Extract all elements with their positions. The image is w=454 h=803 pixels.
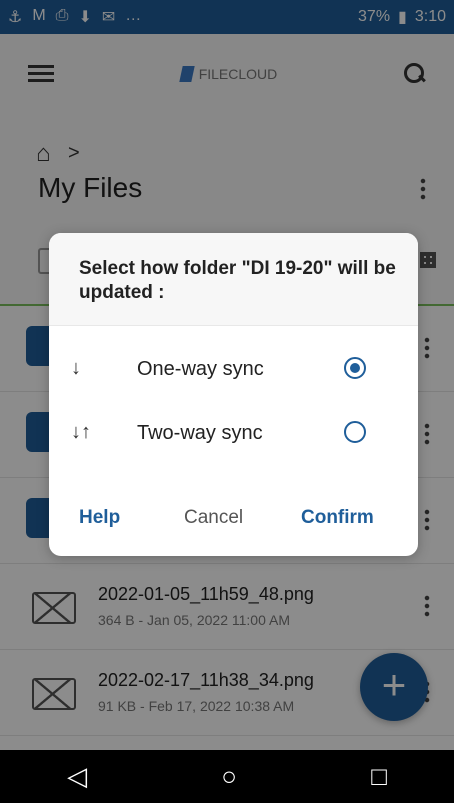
- sync-mode-dialog: Select how folder "DI 19-20" will be upd…: [49, 233, 418, 556]
- cancel-button[interactable]: Cancel: [184, 507, 243, 529]
- confirm-button[interactable]: Confirm: [301, 507, 374, 529]
- one-way-radio[interactable]: [344, 357, 366, 379]
- home-nav-icon[interactable]: ○: [221, 761, 237, 792]
- back-icon[interactable]: ◁: [67, 761, 87, 792]
- two-way-radio[interactable]: [344, 421, 366, 443]
- dialog-prompt: Select how folder "DI 19-20" will be upd…: [79, 258, 396, 303]
- help-button[interactable]: Help: [79, 507, 120, 529]
- two-way-sync-option[interactable]: ↓↑ Two-way sync: [49, 403, 418, 467]
- down-arrow-icon: ↓: [71, 357, 81, 379]
- android-nav-bar: ◁ ○ □: [0, 750, 454, 803]
- option-label: One-way sync: [137, 358, 264, 380]
- option-label: Two-way sync: [137, 422, 263, 444]
- dialog-actions: Help Cancel Confirm: [49, 497, 418, 537]
- dialog-header: Select how folder "DI 19-20" will be upd…: [49, 233, 418, 326]
- up-down-arrow-icon: ↓↑: [71, 421, 91, 443]
- recent-apps-icon[interactable]: □: [371, 761, 387, 792]
- one-way-sync-option[interactable]: ↓ One-way sync: [49, 339, 418, 403]
